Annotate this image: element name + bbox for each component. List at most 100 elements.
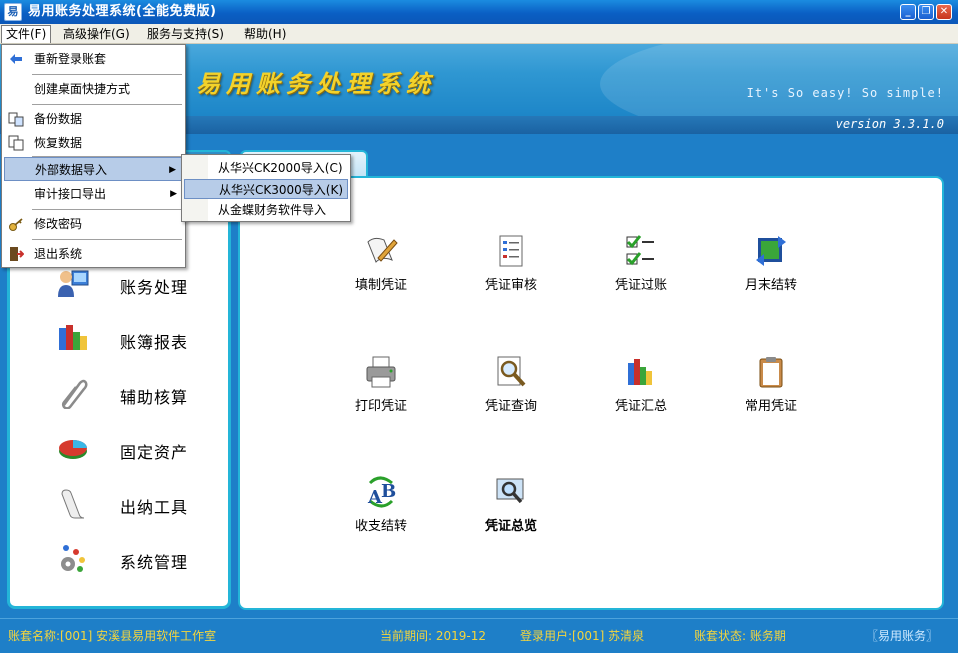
summary-icon xyxy=(628,359,652,385)
overview-icon xyxy=(496,478,524,504)
menu-item-change-password[interactable]: 修改密码 xyxy=(4,212,183,236)
tool-audit-voucher[interactable]: 凭证审核 xyxy=(461,234,561,314)
paperclip-icon xyxy=(61,379,88,409)
search-voucher-icon xyxy=(497,356,526,387)
tool-label-audit-voucher: 凭证审核 xyxy=(484,278,537,293)
tool-month-end[interactable]: 月末结转 xyxy=(721,234,821,314)
tool-post-voucher[interactable]: 凭证过账 xyxy=(591,234,691,314)
menu-advanced[interactable]: 高级操作(G) xyxy=(59,25,134,43)
menu-file[interactable]: 文件(F) xyxy=(1,25,52,43)
menu-label-relogin: 重新登录账套 xyxy=(34,52,107,66)
accounting-icon xyxy=(58,270,89,297)
post-voucher-icon xyxy=(626,235,654,266)
status-state: 账套状态: 账务期 xyxy=(694,629,786,643)
title-bar: 易 易用账务处理系统(全能免费版) _ ❐ ✕ xyxy=(0,0,958,24)
submenu-item-ck3000[interactable]: 从华兴CK3000导入(K) xyxy=(184,179,348,199)
menu-item-exit[interactable]: 退出系统 xyxy=(4,242,183,266)
tool-label-search-voucher: 凭证查询 xyxy=(484,399,537,414)
exit-icon xyxy=(10,247,24,261)
nav-item-cashier[interactable]: 出纳工具 xyxy=(10,478,228,528)
window-title: 易用账务处理系统(全能免费版) xyxy=(28,4,217,19)
nav-item-auxiliary[interactable]: 辅助核算 xyxy=(10,368,228,418)
tool-overview[interactable]: 凭证总览 xyxy=(461,475,561,555)
menu-label-backup: 备份数据 xyxy=(34,112,83,126)
menu-item-create-shortcut[interactable]: 创建桌面快捷方式 xyxy=(4,77,183,101)
nav-label-fixed-assets: 固定资产 xyxy=(120,443,189,462)
relogin-icon xyxy=(10,54,22,64)
tool-ab-transfer[interactable]: A B 收支结转 xyxy=(331,475,431,555)
app-icon: 易 xyxy=(4,3,22,21)
submenu-arrow-icon: ▶ xyxy=(170,189,177,199)
pie-icon xyxy=(59,440,87,459)
month-end-icon xyxy=(756,236,786,266)
tool-label-overview: 凭证总览 xyxy=(484,519,537,534)
tool-label-ab-transfer: 收支结转 xyxy=(354,519,407,534)
file-menu-dropdown: 重新登录账套 创建桌面快捷方式 备份数据 恢复数据 外部数据导入 ▶ 审计接口导… xyxy=(1,44,186,268)
tool-fill-voucher[interactable]: 填制凭证 xyxy=(331,234,431,314)
tool-summary-voucher[interactable]: 凭证汇总 xyxy=(591,355,691,435)
status-brand: 〖易用账务〗 xyxy=(866,629,939,643)
menu-separator xyxy=(32,104,182,105)
nav-label-system: 系统管理 xyxy=(120,553,189,572)
nav-label-cashier: 出纳工具 xyxy=(120,498,189,517)
nav-item-ledger-report[interactable]: 账簿报表 xyxy=(10,313,228,363)
submenu-arrow-icon: ▶ xyxy=(169,165,176,175)
menu-item-backup[interactable]: 备份数据 xyxy=(4,107,183,131)
menu-item-restore[interactable]: 恢复数据 xyxy=(4,131,183,155)
submenu-item-ck2000[interactable]: 从华兴CK2000导入(C) xyxy=(184,158,348,178)
menu-item-audit-export[interactable]: 审计接口导出 ▶ xyxy=(4,182,183,206)
menu-separator xyxy=(32,74,182,75)
ledger-report-icon xyxy=(59,325,87,350)
menu-service[interactable]: 服务与支持(S) xyxy=(143,25,228,43)
brand-title: 易用账务处理系统 xyxy=(196,70,436,98)
menu-label-change-password: 修改密码 xyxy=(34,217,83,231)
menu-label-exit: 退出系统 xyxy=(34,247,83,261)
import-submenu: 从华兴CK2000导入(C) 从华兴CK3000导入(K) 从金蝶财务软件导入 xyxy=(181,154,351,222)
clipboard-icon xyxy=(759,357,783,388)
tool-label-post-voucher: 凭证过账 xyxy=(614,278,667,293)
audit-voucher-icon xyxy=(499,235,523,267)
tool-common-voucher[interactable]: 常用凭证 xyxy=(721,355,821,435)
close-button[interactable]: ✕ xyxy=(936,4,952,20)
banner-decoration xyxy=(600,44,958,116)
menu-label-audit-export: 审计接口导出 xyxy=(34,187,107,201)
tool-label-common-voucher: 常用凭证 xyxy=(744,399,797,414)
minimize-button[interactable]: _ xyxy=(900,4,916,20)
gears-icon xyxy=(61,545,85,572)
submenu-item-kingdee[interactable]: 从金蝶财务软件导入 xyxy=(184,200,348,220)
nav-item-fixed-assets[interactable]: 固定资产 xyxy=(10,423,228,473)
tool-label-summary-voucher: 凭证汇总 xyxy=(614,399,667,414)
tool-print-voucher[interactable]: 打印凭证 xyxy=(331,355,431,435)
slogan: It's So easy! So simple! xyxy=(746,86,944,100)
svg-text:B: B xyxy=(381,481,396,502)
ab-transfer-icon: A B xyxy=(367,476,396,508)
status-bar: 账套名称:[001] 安溪县易用软件工作室 当前期间: 2019-12 登录用户… xyxy=(0,618,958,653)
nav-item-system[interactable]: 系统管理 xyxy=(10,533,228,583)
tool-search-voucher[interactable]: 凭证查询 xyxy=(461,355,561,435)
restore-icon xyxy=(8,135,24,151)
menu-separator xyxy=(32,209,182,210)
maximize-button[interactable]: ❐ xyxy=(918,4,934,20)
key-icon xyxy=(9,218,23,231)
status-period: 当前期间: 2019-12 xyxy=(380,629,486,643)
tools-panel: 填制凭证 凭证审核 凭证过账 月末结转 打印凭证 凭证查询 凭证汇总 常用凭证 … xyxy=(238,176,944,610)
submenu-label-ck2000: 从华兴CK2000导入(C) xyxy=(218,161,343,175)
nav-label-accounting: 账务处理 xyxy=(120,278,189,297)
menu-item-external-import[interactable]: 外部数据导入 ▶ xyxy=(4,157,183,181)
fill-voucher-icon xyxy=(367,237,398,263)
status-user: 登录用户:[001] 苏清泉 xyxy=(520,629,645,643)
menu-help[interactable]: 帮助(H) xyxy=(240,25,290,43)
scroll-icon xyxy=(61,489,85,519)
menu-label-restore: 恢复数据 xyxy=(34,136,83,150)
tool-label-month-end: 月末结转 xyxy=(744,278,797,293)
backup-icon xyxy=(8,112,24,127)
version-label: version 3.3.1.0 xyxy=(835,117,944,131)
menu-item-relogin[interactable]: 重新登录账套 xyxy=(4,47,183,71)
menu-label-external-import: 外部数据导入 xyxy=(35,163,108,177)
menu-separator xyxy=(32,239,182,240)
menu-label-create-shortcut: 创建桌面快捷方式 xyxy=(34,82,131,96)
status-account: 账套名称:[001] 安溪县易用软件工作室 xyxy=(8,629,217,643)
nav-label-ledger-report: 账簿报表 xyxy=(120,333,189,352)
tool-label-print-voucher: 打印凭证 xyxy=(354,399,407,414)
printer-icon xyxy=(366,356,396,388)
